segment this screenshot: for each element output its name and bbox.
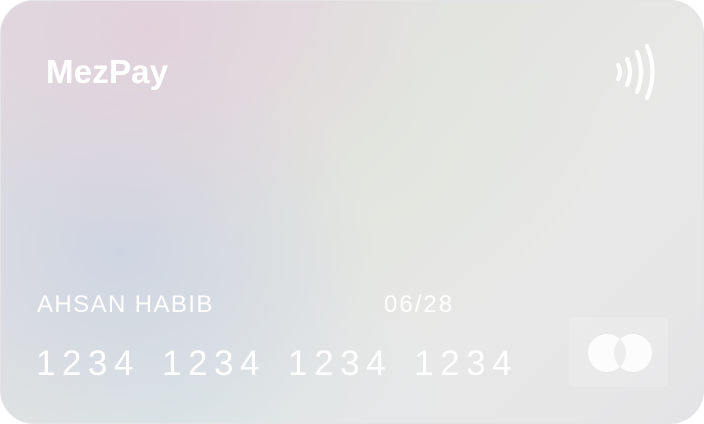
contactless-icon (615, 43, 655, 101)
payment-card: MezPay AHSAN HABIB 06/28 1234 1234 1234 … (0, 0, 704, 424)
expiry-date: 06/28 (384, 291, 455, 318)
cardholder-name: AHSAN HABIB (37, 291, 214, 318)
card-number: 1234 1234 1234 1234 (36, 344, 519, 383)
card-network-badge (569, 317, 668, 387)
card-brand: MezPay (46, 53, 169, 90)
card-network-logo-icon (588, 334, 652, 372)
